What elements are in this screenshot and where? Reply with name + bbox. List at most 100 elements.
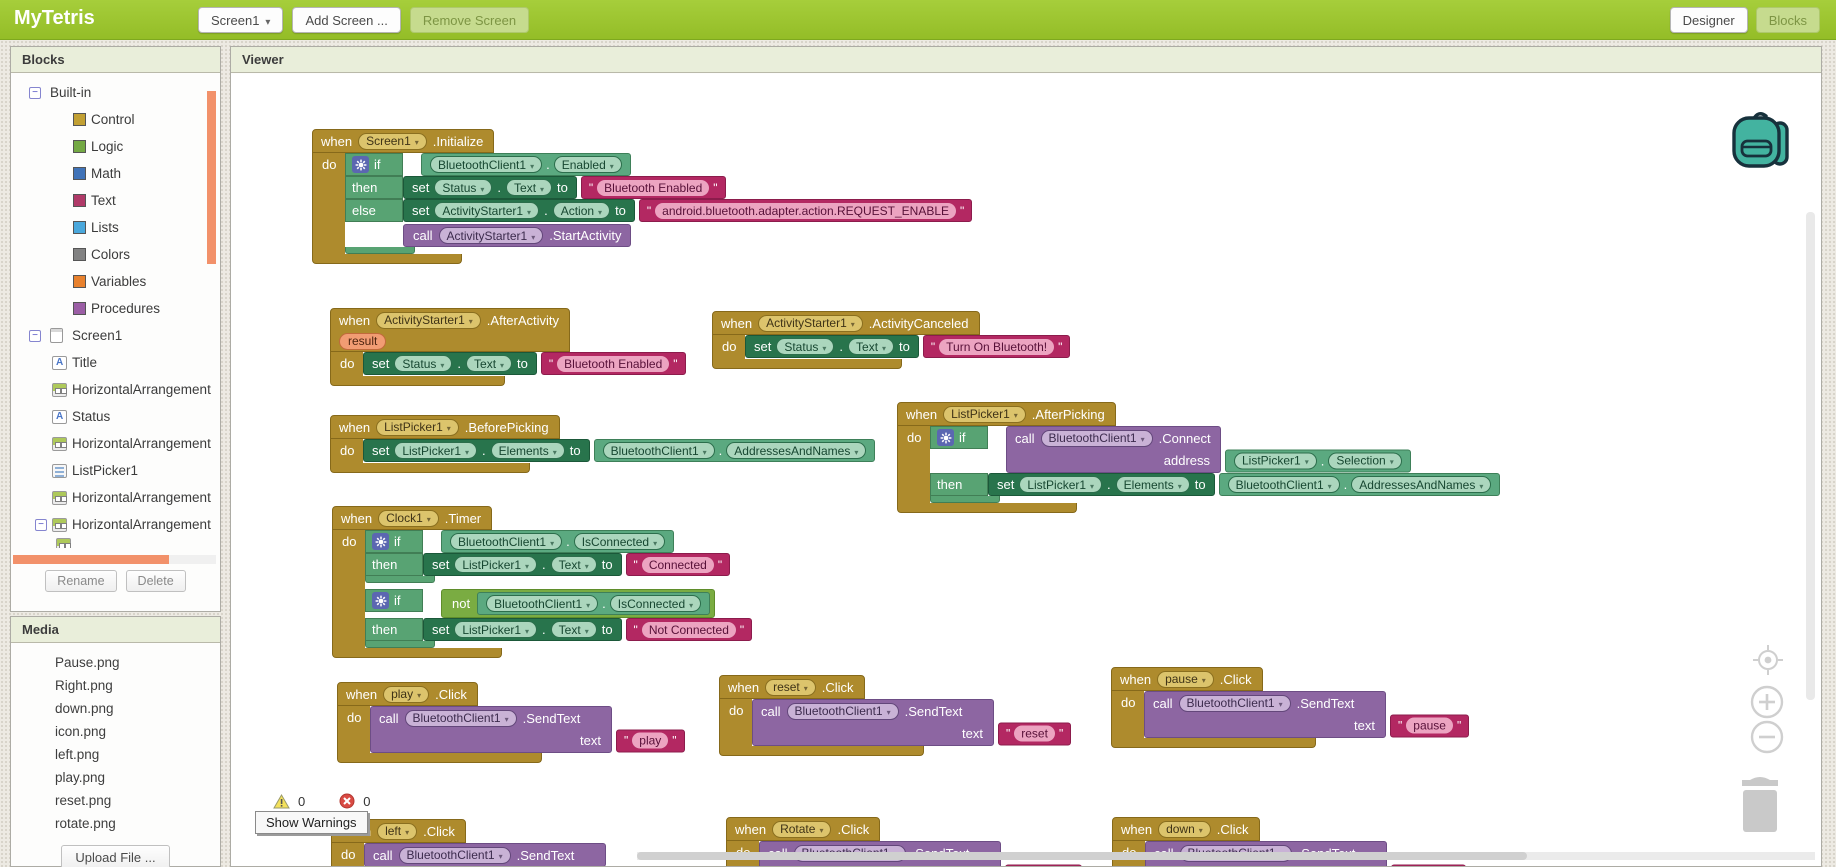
designer-button[interactable]: Designer bbox=[1669, 7, 1748, 33]
component-dropdown[interactable]: BluetoothClient1 bbox=[450, 533, 563, 550]
property-dropdown[interactable]: Text bbox=[848, 338, 895, 355]
property-dropdown[interactable]: AddressesAndNames bbox=[1351, 476, 1492, 493]
if-block[interactable]: if BluetoothClient1 . IsConnected then bbox=[365, 530, 731, 583]
text-string-block[interactable]: " Turn On Bluetooth! " bbox=[922, 335, 1071, 358]
media-file-item[interactable]: icon.png bbox=[11, 720, 220, 743]
zoom-out-button[interactable] bbox=[1746, 716, 1788, 758]
property-dropdown[interactable]: Text bbox=[550, 556, 597, 573]
component-dropdown[interactable]: ListPicker1 bbox=[454, 556, 538, 573]
getter-block[interactable]: BluetoothClient1 . IsConnected bbox=[477, 592, 711, 615]
palette-category[interactable]: Math bbox=[11, 160, 220, 187]
property-dropdown[interactable]: Action bbox=[552, 202, 611, 219]
property-dropdown[interactable]: IsConnected bbox=[609, 595, 702, 612]
component-dropdown[interactable]: BluetoothClient1 bbox=[486, 595, 599, 612]
media-file-item[interactable]: Right.png bbox=[11, 674, 220, 697]
media-file-item[interactable]: left.png bbox=[11, 743, 220, 766]
getter-block[interactable]: ListPicker1 . Selection bbox=[1225, 449, 1411, 472]
event-block-clock-timer[interactable]: when Clock1 .Timer do if BluetoothClient… bbox=[332, 506, 753, 658]
event-block-reset-click[interactable]: when reset .Click do call BluetoothClien… bbox=[719, 675, 1072, 756]
setter-block[interactable]: set Status . Text to bbox=[745, 335, 919, 358]
component-dropdown[interactable]: reset bbox=[765, 678, 816, 696]
screen-selector[interactable]: Screen1 bbox=[198, 7, 284, 33]
not-block[interactable]: not BluetoothClient1 . IsConnected bbox=[441, 589, 716, 618]
property-dropdown[interactable]: Text bbox=[550, 621, 597, 638]
text-string-block[interactable]: "rotate" bbox=[1005, 864, 1083, 866]
setter-block[interactable]: set ListPicker1 . Elements to bbox=[988, 473, 1215, 496]
component-dropdown[interactable]: left bbox=[377, 822, 418, 840]
component-dropdown[interactable]: BluetoothClient1 bbox=[1178, 694, 1291, 712]
if-block[interactable]: if not BluetoothClient1 . IsConnected bbox=[365, 589, 753, 648]
media-file-item[interactable]: down.png bbox=[11, 697, 220, 720]
canvas-vertical-scrollbar[interactable] bbox=[1806, 212, 1815, 700]
component-dropdown[interactable]: down bbox=[1158, 820, 1211, 838]
setter-block[interactable]: set Status . Text to bbox=[363, 352, 537, 375]
media-file-item[interactable]: reset.png bbox=[11, 789, 220, 812]
component-dropdown[interactable]: Screen1 bbox=[358, 132, 427, 150]
component-dropdown[interactable]: ListPicker1 bbox=[394, 442, 478, 459]
text-string-block[interactable]: " Bluetooth Enabled " bbox=[580, 176, 726, 199]
call-block[interactable]: call BluetoothClient1 .SendText text "pa… bbox=[1144, 691, 1470, 738]
canvas-horizontal-scrollbar[interactable] bbox=[637, 852, 1815, 860]
palette-category[interactable]: Variables bbox=[11, 268, 220, 295]
component-dropdown[interactable]: BluetoothClient1 bbox=[398, 846, 511, 864]
text-string-block[interactable]: "down" bbox=[1391, 864, 1467, 866]
tree-builtin[interactable]: Built-in bbox=[11, 79, 220, 106]
property-dropdown[interactable]: AddressesAndNames bbox=[726, 442, 867, 459]
collapse-icon[interactable] bbox=[29, 86, 41, 99]
component-dropdown[interactable]: BluetoothClient1 bbox=[1040, 429, 1153, 447]
component-dropdown[interactable]: ListPicker1 bbox=[1234, 452, 1317, 469]
getter-block[interactable]: BluetoothClient1 . AddressesAndNames bbox=[593, 439, 876, 462]
component-dropdown[interactable]: BluetoothClient1 bbox=[430, 156, 543, 173]
delete-button[interactable]: Delete bbox=[125, 570, 186, 592]
component-dropdown[interactable]: Rotate bbox=[772, 820, 832, 838]
show-warnings-button[interactable]: Show Warnings bbox=[255, 811, 368, 834]
component-dropdown[interactable]: Status bbox=[394, 355, 453, 372]
text-string-block[interactable]: " Bluetooth Enabled " bbox=[540, 352, 686, 375]
text-string-block[interactable]: " Not Connected " bbox=[625, 618, 753, 641]
component-dropdown[interactable]: ActivityStarter1 bbox=[438, 227, 544, 244]
media-file-item[interactable]: rotate.png bbox=[11, 812, 220, 835]
palette-category[interactable]: Control bbox=[11, 106, 220, 133]
palette-category[interactable]: Logic bbox=[11, 133, 220, 160]
trash-icon[interactable] bbox=[1736, 774, 1784, 834]
blocks-canvas[interactable]: when Screen1 .Initialize do if Bluetooth… bbox=[231, 74, 1821, 866]
getter-block[interactable]: BluetoothClient1 . Enabled bbox=[421, 153, 631, 176]
component-dropdown[interactable]: ListPicker1 bbox=[376, 418, 459, 436]
palette-category[interactable]: Lists bbox=[11, 214, 220, 241]
call-value-block[interactable]: call BluetoothClient1 .Connect address L… bbox=[1006, 426, 1411, 473]
if-block[interactable]: if call BluetoothClient1 .Connect addres… bbox=[930, 426, 1501, 503]
component-dropdown[interactable]: BluetoothClient1 bbox=[602, 442, 715, 459]
component-dropdown[interactable]: ListPicker1 bbox=[1019, 476, 1103, 493]
text-string-block[interactable]: " reset " bbox=[998, 722, 1072, 745]
component-dropdown[interactable]: ActivityStarter1 bbox=[758, 314, 863, 332]
if-else-block[interactable]: if BluetoothClient1 . Enabled then bbox=[345, 153, 973, 254]
component-dropdown[interactable]: BluetoothClient1 bbox=[1227, 476, 1340, 493]
media-file-item[interactable]: Pause.png bbox=[11, 651, 220, 674]
property-dropdown[interactable]: Selection bbox=[1328, 452, 1402, 469]
component-dropdown[interactable]: Status bbox=[776, 338, 835, 355]
palette-category[interactable]: Colors bbox=[11, 241, 220, 268]
event-block-pause-click[interactable]: when pause .Click do call BluetoothClien… bbox=[1111, 667, 1470, 748]
component-tree-item[interactable]: HorizontalArrangement bbox=[11, 511, 220, 538]
add-screen-button[interactable]: Add Screen ... bbox=[292, 7, 401, 33]
event-block-left-click[interactable]: when left .Click do call BluetoothClient… bbox=[331, 819, 606, 866]
component-tree-item[interactable]: HorizontalArrangement bbox=[11, 376, 220, 403]
palette-horizontal-scrollbar[interactable] bbox=[13, 555, 216, 564]
setter-block[interactable]: set ActivityStarter1 . Action to bbox=[403, 199, 635, 222]
mutator-gear-icon[interactable] bbox=[372, 533, 389, 550]
event-block-screen1-initialize[interactable]: when Screen1 .Initialize do if Bluetooth… bbox=[312, 129, 973, 264]
setter-block[interactable]: set ListPicker1 . Elements to bbox=[363, 439, 590, 462]
setter-block[interactable]: set Status . Text to bbox=[403, 176, 577, 199]
palette-category[interactable]: Text bbox=[11, 187, 220, 214]
call-block[interactable]: call BluetoothClient1 .SendText text "pl… bbox=[370, 706, 685, 753]
media-file-item[interactable]: play.png bbox=[11, 766, 220, 789]
call-block[interactable]: call BluetoothClient1 .SendText text "re… bbox=[752, 699, 1072, 746]
component-dropdown[interactable]: Clock1 bbox=[378, 509, 439, 527]
upload-file-button[interactable]: Upload File ... bbox=[61, 845, 170, 867]
component-tree-item[interactable]: Title bbox=[11, 349, 220, 376]
palette-category[interactable]: Procedures bbox=[11, 295, 220, 322]
collapse-icon[interactable] bbox=[35, 518, 47, 531]
component-dropdown[interactable]: BluetoothClient1 bbox=[786, 702, 899, 720]
component-tree-item[interactable]: HorizontalArrangement bbox=[11, 430, 220, 457]
component-dropdown[interactable]: Status bbox=[434, 179, 493, 196]
